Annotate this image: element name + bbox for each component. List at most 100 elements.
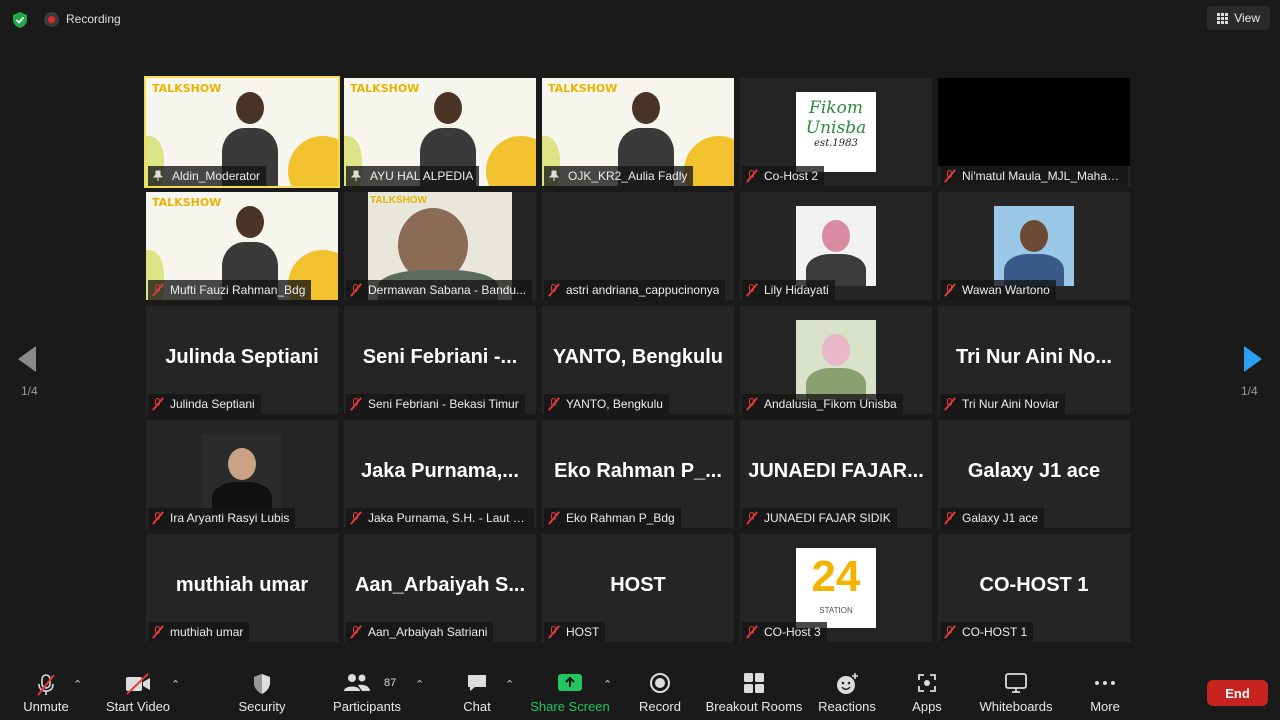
participant-name-label: JUNAEDI FAJAR SIDIK <box>742 508 897 528</box>
participant-tile[interactable]: Seni Febriani -... Seni Febriani - Bekasi… <box>344 306 536 414</box>
participant-name-label: CO-Host 3 <box>742 622 827 642</box>
participant-display-name: Eko Rahman P_... <box>554 460 722 482</box>
chat-label: Chat <box>463 699 491 714</box>
participant-tile[interactable]: HOST HOST <box>542 534 734 642</box>
encryption-shield-icon[interactable] <box>11 11 29 29</box>
participant-tile[interactable]: Ira Aryanti Rasyi Lubis <box>146 420 338 528</box>
record-button[interactable]: Record <box>636 662 684 720</box>
start-video-button[interactable]: Start Video <box>104 662 172 720</box>
participant-tile[interactable]: CO-HOST 1 CO-HOST 1 <box>938 534 1130 642</box>
slide-title: TALKSHOW <box>152 196 222 209</box>
more-button[interactable]: More <box>1086 662 1124 720</box>
participant-tile[interactable]: Eko Rahman P_... Eko Rahman P_Bdg <box>542 420 734 528</box>
audio-options-caret-icon[interactable]: ⌃ <box>73 678 82 691</box>
muted-mic-icon <box>548 625 560 639</box>
participant-tile[interactable]: Aan_Arbaiyah S... Aan_Arbaiyah Satriani <box>344 534 536 642</box>
reactions-button[interactable]: Reactions <box>818 662 876 720</box>
participant-name: OJK_KR2_Aulia Fadly <box>568 169 688 183</box>
end-meeting-button[interactable]: End <box>1207 680 1268 706</box>
participant-name-label: astri andriana_cappucinonya <box>544 280 726 300</box>
muted-mic-icon <box>944 511 956 525</box>
muted-mic-icon <box>746 169 758 183</box>
whiteboards-label: Whiteboards <box>979 699 1053 714</box>
participant-photo <box>202 434 282 514</box>
participant-name: Eko Rahman P_Bdg <box>566 511 675 525</box>
share-options-caret-icon[interactable]: ⌃ <box>603 678 612 691</box>
participant-name: muthiah umar <box>170 625 244 639</box>
participant-tile[interactable]: Andalusia_Fikom Unisba <box>740 306 932 414</box>
participant-name: Galaxy J1 ace <box>962 511 1039 525</box>
participant-name: Tri Nur Aini Noviar <box>962 397 1059 411</box>
participant-tile[interactable]: TALKSHOW AYU HAL ALPEDIA <box>344 78 536 186</box>
participant-name-label: Dermawan Sabana - Bandu... <box>346 280 533 300</box>
record-label: Record <box>639 699 681 714</box>
participant-tile[interactable]: Wawan Wartono <box>938 192 1130 300</box>
participant-name: YANTO, Bengkulu <box>566 397 663 411</box>
participant-display-name: muthiah umar <box>175 574 309 596</box>
security-button[interactable]: Security <box>236 662 288 720</box>
participant-tile[interactable]: muthiah umar muthiah umar <box>146 534 338 642</box>
whiteboard-icon <box>1005 673 1027 693</box>
previous-page-arrow-icon[interactable] <box>18 346 36 372</box>
breakout-rooms-button[interactable]: Breakout Rooms <box>706 662 802 720</box>
participant-tile[interactable]: Lily Hidayati <box>740 192 932 300</box>
share-screen-icon <box>558 674 582 691</box>
meeting-toolbar: Unmute ⌃ Start Video ⌃ Security 87 Parti… <box>0 662 1280 720</box>
video-off-icon <box>126 673 150 695</box>
participant-tile[interactable]: Fikom Unisba est.1983 Co-Host 2 <box>740 78 932 186</box>
participants-icon <box>344 674 370 691</box>
chat-caret-icon[interactable]: ⌃ <box>505 678 514 691</box>
participant-name-label: Tri Nur Aini Noviar <box>940 394 1065 414</box>
whiteboards-button[interactable]: Whiteboards <box>978 662 1054 720</box>
participant-tile[interactable]: Galaxy J1 ace Galaxy J1 ace <box>938 420 1130 528</box>
participant-display-name: Jaka Purnama,... <box>361 460 519 482</box>
view-button[interactable]: View <box>1207 6 1270 30</box>
slide-title: TALKSHOW <box>548 82 618 95</box>
participant-tile[interactable]: TALKSHOW OJK_KR2_Aulia Fadly <box>542 78 734 186</box>
participant-name-label: HOST <box>544 622 606 642</box>
participant-name-label: Galaxy J1 ace <box>940 508 1045 528</box>
participants-label: Participants <box>333 699 401 714</box>
participant-display-name: HOST <box>610 574 666 596</box>
muted-mic-icon <box>944 397 956 411</box>
meeting-top-bar: Recording View <box>0 0 1280 38</box>
muted-mic-icon <box>350 511 362 525</box>
video-options-caret-icon[interactable]: ⌃ <box>171 678 180 691</box>
participants-count: 87 <box>384 677 397 689</box>
participant-tile[interactable]: TALKSHOW Mufti Fauzi Rahman_Bdg <box>146 192 338 300</box>
muted-mic-icon <box>350 625 362 639</box>
more-dots-icon <box>1095 681 1115 685</box>
pin-icon <box>548 170 560 181</box>
recording-label[interactable]: Recording <box>66 12 121 26</box>
participant-display-name: JUNAEDI FAJAR... <box>748 460 924 482</box>
share-screen-button[interactable]: Share Screen <box>530 662 610 720</box>
apps-button[interactable]: Apps <box>908 662 946 720</box>
participants-caret-icon[interactable]: ⌃ <box>415 678 424 691</box>
participant-tile[interactable]: Jaka Purnama,... Jaka Purnama, S.H. - Lau… <box>344 420 536 528</box>
participant-name-label: Seni Febriani - Bekasi Timur <box>346 394 525 414</box>
unmute-button[interactable]: Unmute <box>18 662 74 720</box>
participant-tile[interactable]: JUNAEDI FAJAR... JUNAEDI FAJAR SIDIK <box>740 420 932 528</box>
muted-mic-icon <box>350 397 362 411</box>
record-icon <box>650 673 670 693</box>
muted-mic-icon <box>548 511 560 525</box>
participants-button[interactable]: 87 Participants <box>333 662 401 720</box>
participant-tile[interactable]: TALKSHOW Aldin_Moderator <box>144 76 340 188</box>
participant-name: Julinda Septiani <box>170 397 255 411</box>
muted-mic-icon <box>746 283 758 297</box>
view-label: View <box>1234 11 1260 25</box>
participant-name: Aan_Arbaiyah Satriani <box>368 625 488 639</box>
participant-name: Jaka Purnama, S.H. - Laut Bir... <box>368 511 528 525</box>
share-screen-label: Share Screen <box>530 699 610 714</box>
chat-button[interactable]: Chat <box>459 662 495 720</box>
participant-tile[interactable]: Julinda Septiani Julinda Septiani <box>146 306 338 414</box>
next-page-arrow-icon[interactable] <box>1244 346 1262 372</box>
participant-tile[interactable]: astri andriana_cappucinonya <box>542 192 734 300</box>
participant-tile[interactable]: YANTO, Bengkulu YANTO, Bengkulu <box>542 306 734 414</box>
participant-tile[interactable]: Ni'matul Maula_MJL_Mahasi... <box>938 78 1130 186</box>
participant-tile[interactable]: 24 STATION CO-Host 3 <box>740 534 932 642</box>
participant-tile[interactable]: TALKSHOW Dermawan Sabana - Bandu... <box>344 192 536 300</box>
participant-name: Co-Host 2 <box>764 169 819 183</box>
participant-tile[interactable]: Tri Nur Aini No... Tri Nur Aini Noviar <box>938 306 1130 414</box>
reactions-smiley-icon <box>837 673 858 694</box>
